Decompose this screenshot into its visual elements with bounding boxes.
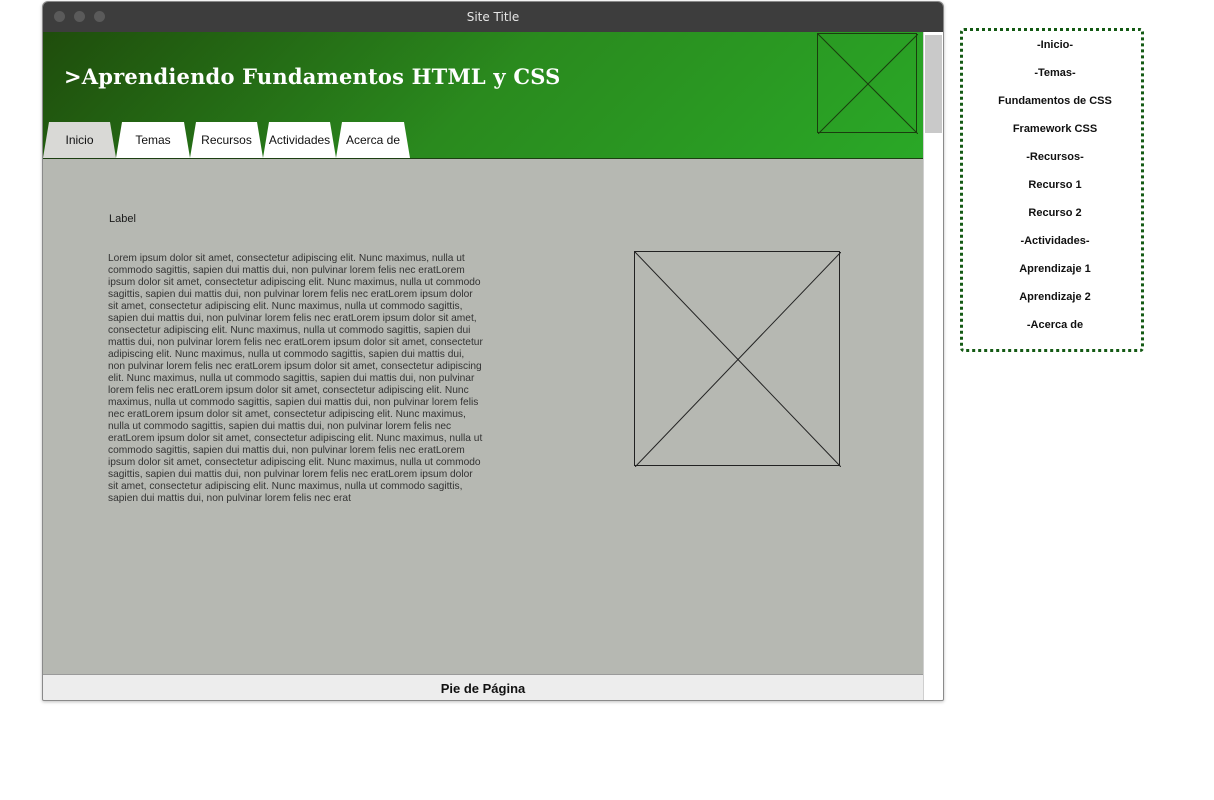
- footer-text: Pie de Página: [440, 680, 526, 696]
- scrollbar-thumb[interactable]: [925, 35, 942, 133]
- tab-label: Actividades: [268, 133, 331, 147]
- sidenav-item-recursos[interactable]: -Recursos-: [963, 151, 1147, 163]
- sidenav-item-acerca-de[interactable]: -Acerca de: [963, 319, 1147, 331]
- browser-window: Site Title >Aprendiendo Fundamentos HTML…: [42, 1, 944, 701]
- sidenav-item-inicio[interactable]: -Inicio-: [963, 39, 1147, 51]
- side-navigation: -Inicio- -Temas- Fundamentos de CSS Fram…: [960, 28, 1144, 352]
- site-header: >Aprendiendo Fundamentos HTML y CSS Inic…: [43, 32, 923, 159]
- sidenav-item-temas[interactable]: -Temas-: [963, 67, 1147, 79]
- image-placeholder-icon: [634, 251, 841, 467]
- tab-label: Inicio: [65, 133, 94, 147]
- sidenav-item-actividades[interactable]: -Actividades-: [963, 235, 1147, 247]
- site-title: >Aprendiendo Fundamentos HTML y CSS: [64, 64, 561, 89]
- sidenav-item-aprendizaje-2[interactable]: Aprendizaje 2: [963, 291, 1147, 303]
- tab-temas[interactable]: Temas: [116, 122, 190, 158]
- logo-placeholder-icon: [817, 33, 918, 134]
- tab-label: Acerca de: [345, 133, 401, 147]
- window-titlebar: Site Title: [43, 2, 943, 32]
- tab-acerca-de[interactable]: Acerca de: [336, 122, 410, 158]
- tab-label: Temas: [135, 133, 171, 147]
- sidenav-item-aprendizaje-1[interactable]: Aprendizaje 1: [963, 263, 1147, 275]
- sidenav-item-recurso-1[interactable]: Recurso 1: [963, 179, 1147, 191]
- tab-inicio[interactable]: Inicio: [43, 122, 116, 158]
- sidenav-item-recurso-2[interactable]: Recurso 2: [963, 207, 1147, 219]
- sidenav-item-framework-css[interactable]: Framework CSS: [963, 123, 1147, 135]
- tab-label: Recursos: [201, 133, 252, 147]
- content-label: Label: [109, 213, 136, 225]
- tab-actividades[interactable]: Actividades: [263, 122, 336, 158]
- page-footer: Pie de Página: [43, 674, 923, 700]
- tab-recursos[interactable]: Recursos: [190, 122, 263, 158]
- window-title: Site Title: [466, 10, 520, 24]
- content-paragraph: Lorem ipsum dolor sit amet, consectetur …: [108, 253, 483, 504]
- vertical-scrollbar[interactable]: [923, 32, 943, 700]
- main-content: Label Lorem ipsum dolor sit amet, consec…: [43, 159, 923, 674]
- sidenav-item-fundamentos-css[interactable]: Fundamentos de CSS: [963, 95, 1147, 107]
